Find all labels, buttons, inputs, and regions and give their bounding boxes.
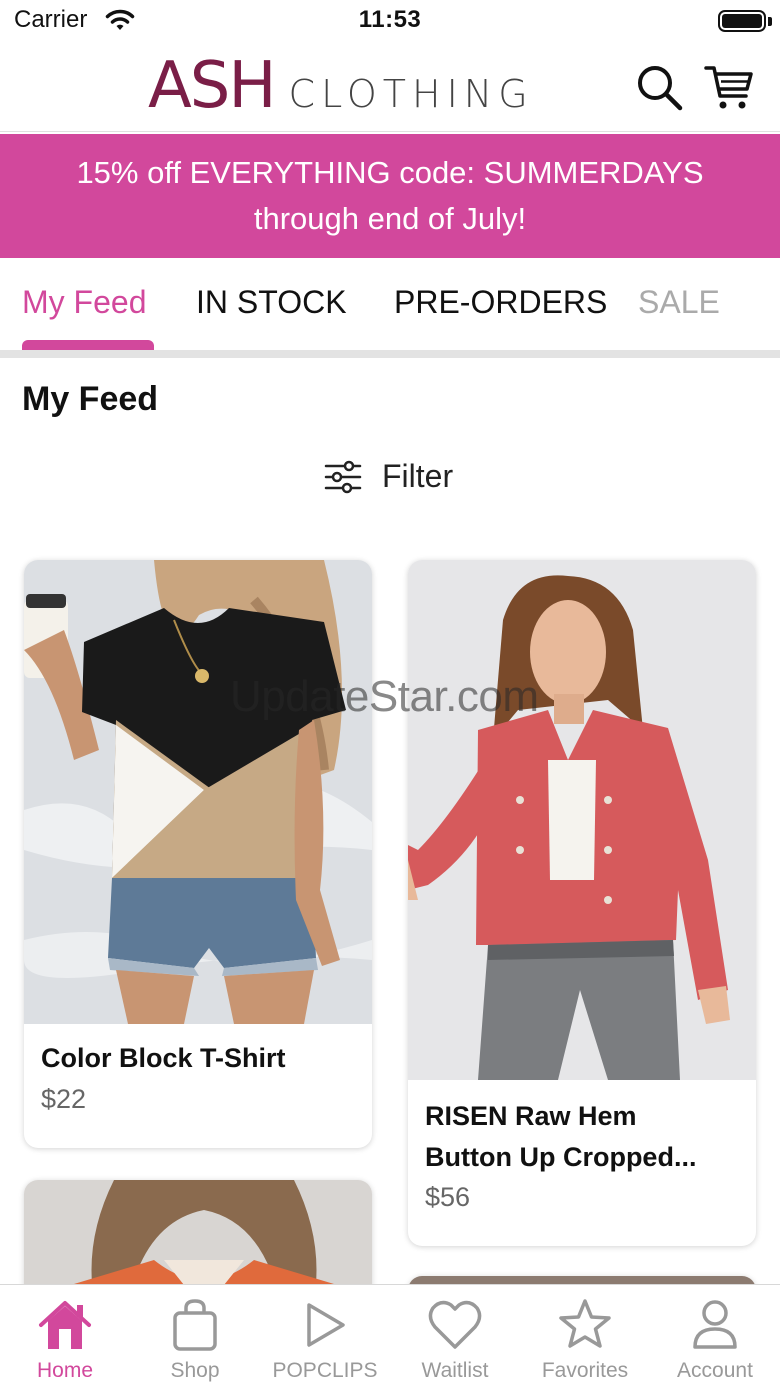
product-title-line-2: Button Up Cropped... [425, 1142, 697, 1172]
clock: 11:53 [358, 6, 422, 33]
app-header: ASH CLOTHING [0, 44, 780, 132]
home-icon [39, 1301, 91, 1349]
battery-icon [718, 10, 766, 32]
nav-label: Shop [170, 1359, 220, 1382]
cart-icon[interactable] [704, 62, 754, 112]
product-card-risen-jacket[interactable]: RISEN Raw Hem Button Up Cropped... $56 [408, 560, 756, 1246]
product-image-jacket [408, 560, 756, 1080]
brand-logo[interactable]: ASH CLOTHING [148, 54, 534, 126]
product-title: Color Block T-Shirt [41, 1043, 286, 1073]
nav-favorites[interactable]: Favorites [520, 1285, 650, 1387]
nav-label: Favorites [541, 1359, 629, 1382]
nav-waitlist[interactable]: Waitlist [390, 1285, 520, 1387]
bottom-tab-bar: Home Shop POPCLIPS Waitlist Favorites Ac… [0, 1284, 780, 1387]
search-icon[interactable] [634, 62, 684, 112]
heart-icon [428, 1300, 482, 1349]
nav-account[interactable]: Account [650, 1285, 780, 1387]
logo-secondary-text: CLOTHING [288, 72, 534, 116]
status-bar: Carrier 11:53 [0, 0, 780, 44]
user-icon [693, 1300, 737, 1349]
play-icon [307, 1303, 345, 1347]
promo-banner[interactable]: 15% off EVERYTHING code: SUMMERDAYS thro… [0, 134, 780, 258]
product-image-tshirt [24, 560, 372, 1024]
tab-in-stock[interactable]: IN STOCK [196, 284, 347, 321]
section-title: My Feed [22, 380, 159, 418]
tab-sale[interactable]: SALE [638, 284, 720, 321]
filter-label: Filter [382, 458, 454, 494]
product-price: $56 [425, 1182, 471, 1212]
nav-popclips[interactable]: POPCLIPS [260, 1285, 390, 1387]
battery-nub [768, 17, 772, 26]
filter-button[interactable]: Filter [324, 458, 453, 495]
promo-line-1: 15% off EVERYTHING code: SUMMERDAYS [76, 155, 704, 190]
tabs-divider [0, 350, 780, 358]
nav-shop[interactable]: Shop [130, 1285, 260, 1387]
tab-pre-orders[interactable]: PRE-ORDERS [394, 284, 607, 321]
logo-primary-text: ASH [148, 49, 277, 123]
tab-my-feed[interactable]: My Feed [22, 284, 146, 321]
nav-label: POPCLIPS [272, 1359, 378, 1382]
nav-home[interactable]: Home [0, 1285, 130, 1387]
nav-label: Account [677, 1359, 753, 1382]
nav-label: Waitlist [421, 1359, 489, 1382]
filter-sliders-icon [324, 460, 362, 493]
product-price: $22 [41, 1084, 87, 1114]
nav-label: Home [36, 1359, 94, 1382]
product-title-line-1: RISEN Raw Hem [425, 1101, 637, 1131]
category-tabs: My Feed IN STOCK PRE-ORDERS SALE [0, 258, 780, 360]
product-card-color-block-tshirt[interactable]: Color Block T-Shirt $22 [24, 560, 372, 1148]
promo-line-2: through end of July! [253, 201, 527, 236]
shopping-bag-icon [173, 1299, 217, 1351]
star-icon [559, 1299, 611, 1348]
